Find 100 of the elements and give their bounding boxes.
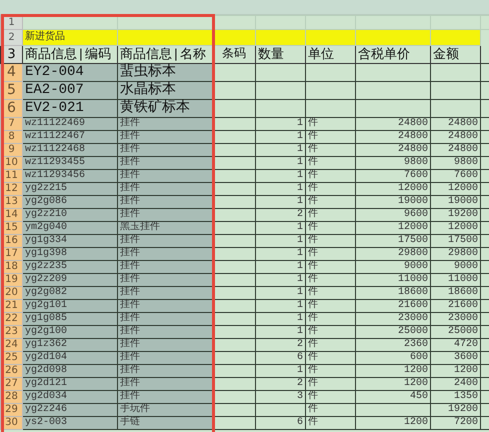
table-cell: 12000: [430, 222, 480, 234]
table-cell: yg2d121: [22, 378, 118, 390]
table-cell: ys2-003: [22, 416, 118, 430]
table-cell: 19200: [430, 208, 480, 222]
table-cell: 挂件: [118, 352, 212, 364]
table-cell: 1: [256, 130, 306, 144]
table-cell: 4720: [430, 338, 480, 352]
table-cell: 6: [256, 352, 306, 364]
table-cell: 挂件: [118, 234, 212, 248]
table-cell: 挂件: [118, 390, 212, 404]
table-cell: EA2-007: [22, 82, 118, 100]
table-cell: 挂件: [118, 170, 212, 182]
table-cell: 挂件: [118, 208, 212, 222]
table-cell: 24800: [430, 118, 480, 130]
table-cell: 24800: [356, 130, 430, 144]
table-cell: 1: [256, 326, 306, 338]
table-cell: 24800: [430, 130, 480, 144]
table-cell: 黄铁矿标本: [118, 100, 212, 118]
table-cell: 件: [306, 118, 356, 130]
table-cell: 挂件: [118, 130, 212, 144]
table-cell: 件: [306, 404, 356, 416]
table-cell: 17500: [430, 234, 480, 248]
table-cell: 件: [306, 312, 356, 326]
table-cell: wz11293456: [22, 170, 118, 182]
table-cell: 挂件: [118, 156, 212, 170]
table-cell: 1: [256, 182, 306, 196]
table-cell: wz11293455: [22, 156, 118, 170]
table-cell: 件: [306, 208, 356, 222]
table-cell: 挂件: [118, 378, 212, 390]
column-header: 条码: [212, 46, 256, 64]
column-header: 数量: [256, 46, 306, 64]
table-cell: 挂件: [118, 286, 212, 300]
table-cell: yg1g398: [22, 248, 118, 260]
table-cell: 件: [306, 378, 356, 390]
table-cell: wz11122467: [22, 130, 118, 144]
table-cell: 1: [256, 222, 306, 234]
table-cell: 挂件: [118, 326, 212, 338]
table-cell: 9000: [356, 260, 430, 274]
table-cell: 2: [256, 208, 306, 222]
column-header: 单位: [306, 46, 356, 64]
table-cell: 3600: [430, 352, 480, 364]
table-cell: 29800: [430, 248, 480, 260]
table-cell: 12000: [430, 182, 480, 196]
table-cell: 水晶标本: [118, 82, 212, 100]
table-cell: yg2z246: [22, 404, 118, 416]
table-cell: EY2-004: [22, 64, 118, 82]
table-cell: 件: [306, 196, 356, 208]
table-cell: 19000: [356, 196, 430, 208]
table-cell: 挂件: [118, 260, 212, 274]
table-cell: 1: [256, 156, 306, 170]
table-cell: 24800: [356, 144, 430, 156]
table-cell: 9800: [356, 156, 430, 170]
table-cell: 1: [256, 196, 306, 208]
table-cell: 7600: [356, 170, 430, 182]
table-cell: 蜚虫标本: [118, 64, 212, 82]
table-cell: 1: [256, 274, 306, 286]
table-cell: 新进货品: [22, 30, 118, 46]
table-cell: 1350: [430, 390, 480, 404]
table-cell: 挂件: [118, 118, 212, 130]
table-cell: 件: [306, 352, 356, 364]
table-cell: 21600: [356, 300, 430, 312]
table-cell: yg2z215: [22, 182, 118, 196]
table-cell: 3: [256, 390, 306, 404]
table-cell: 件: [306, 144, 356, 156]
table-cell: 7200: [430, 416, 480, 430]
table-cell: 1200: [356, 378, 430, 390]
table-cell: 件: [306, 390, 356, 404]
table-cell: 1: [256, 170, 306, 182]
table-cell: 9000: [430, 260, 480, 274]
table-cell: 21600: [430, 300, 480, 312]
table-cell: 挂件: [118, 364, 212, 378]
table-cell: 6: [256, 416, 306, 430]
table-cell: 2: [256, 378, 306, 390]
table-cell: 1: [256, 312, 306, 326]
table-cell: yg2z235: [22, 260, 118, 274]
table-cell: 1200: [356, 364, 430, 378]
table-cell: 挂件: [118, 196, 212, 208]
table-cell: 7600: [430, 170, 480, 182]
table-cell: 挂件: [118, 338, 212, 352]
table-cell: 19200: [430, 404, 480, 416]
table-cell: 1: [256, 118, 306, 130]
table-cell: 2400: [430, 378, 480, 390]
table-cell: ym2g040: [22, 222, 118, 234]
table-cell: wz11122469: [22, 118, 118, 130]
table-cell: 25000: [356, 326, 430, 338]
table-cell: 11000: [430, 274, 480, 286]
table-cell: yg2z210: [22, 208, 118, 222]
table-cell: yg1z362: [22, 338, 118, 352]
table-cell: 件: [306, 170, 356, 182]
table-cell: 24800: [430, 144, 480, 156]
table-cell: yg2d104: [22, 352, 118, 364]
table-cell: yg2d034: [22, 390, 118, 404]
table-cell: 挂件: [118, 300, 212, 312]
table-cell: 1: [256, 144, 306, 156]
table-cell: 11000: [356, 274, 430, 286]
table-cell: 手链: [118, 416, 212, 430]
table-cell: 12000: [356, 222, 430, 234]
column-header: 含税单价: [356, 46, 430, 64]
table-cell: 23000: [430, 312, 480, 326]
table-cell: 件: [306, 274, 356, 286]
